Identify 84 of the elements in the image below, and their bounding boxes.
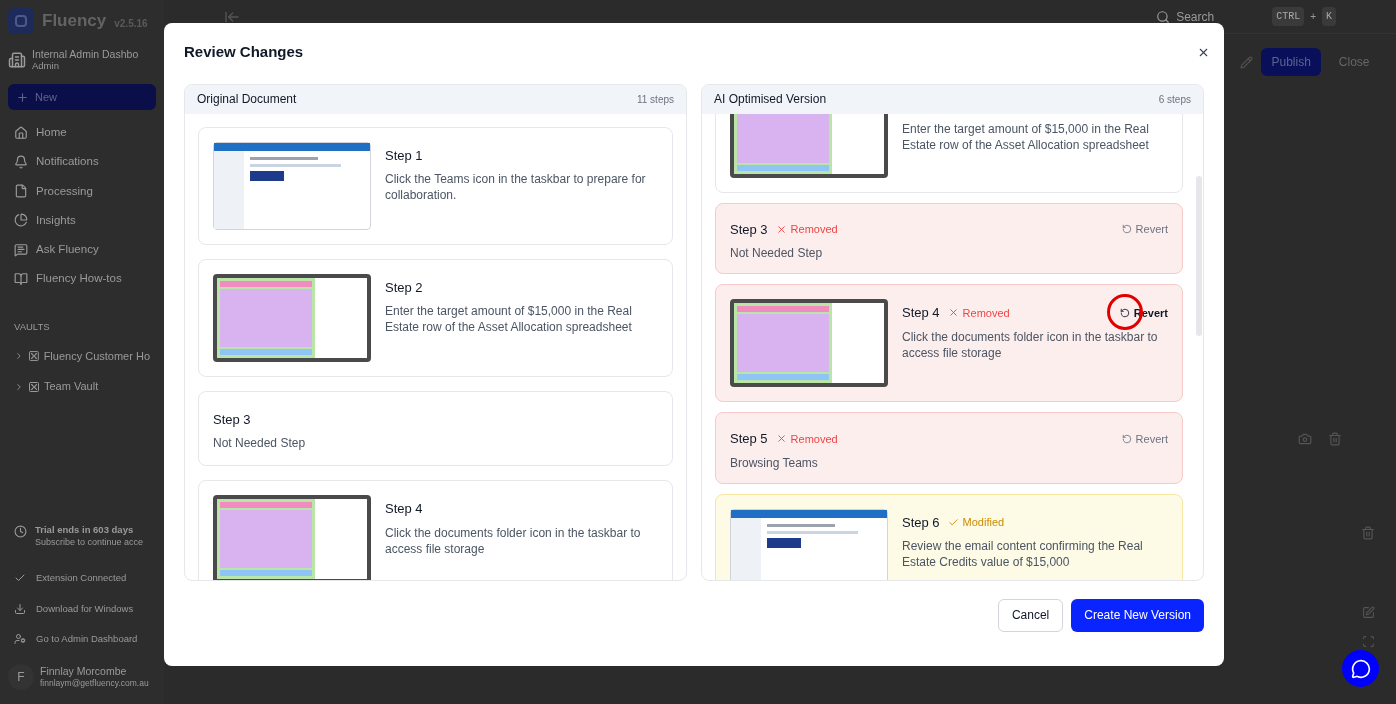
undo-icon	[1119, 307, 1130, 318]
status-label: Removed	[775, 430, 838, 447]
vault-item[interactable]: Team Vault	[14, 378, 150, 395]
step-description: Click the documents folder icon in the taskbar to access file storage	[385, 524, 642, 557]
step-title: Step 6	[902, 513, 940, 532]
new-button[interactable]: New	[8, 84, 156, 110]
nav-item[interactable]: Ask Fluency	[14, 241, 150, 259]
pencil-icon[interactable]	[1240, 55, 1254, 69]
trial-subtitle: Subscribe to continue acce	[35, 536, 144, 550]
nav-item[interactable]: Insights	[14, 211, 150, 229]
dialog-title: Review Changes	[184, 42, 304, 62]
step-title: Step 4	[902, 304, 940, 322]
step-description: Browsing Teams	[730, 454, 819, 471]
chat-button[interactable]	[1342, 650, 1379, 687]
nav-item[interactable]: Notifications	[14, 153, 150, 171]
status-label: Modified	[947, 514, 1005, 531]
status-label: Removed	[947, 304, 1010, 321]
nav-icon	[14, 125, 28, 140]
nav-icon	[14, 213, 28, 228]
nav-item[interactable]: Processing	[14, 182, 150, 200]
clock-icon	[14, 525, 27, 539]
step-description: Not Needed Step	[213, 435, 307, 451]
step-title: Step 4	[385, 500, 423, 518]
section-heading: VAULTS	[13, 319, 51, 334]
publish-button[interactable]: Publish	[1261, 48, 1321, 76]
cross-icon	[947, 307, 959, 319]
step-count: 11 steps	[636, 92, 674, 107]
step-description: Click the Teams icon in the taskbar to prepare for collaboration.	[385, 171, 647, 203]
camera-icon[interactable]	[1298, 432, 1312, 446]
user-avatar: F	[8, 664, 34, 690]
step-description: Not Needed Step	[730, 245, 824, 261]
cancel-button[interactable]: Cancel	[997, 598, 1064, 632]
user-name: Finnlay Morcombe	[40, 665, 128, 677]
scrollbar-thumb[interactable]	[1196, 175, 1202, 336]
nav-icon	[14, 154, 28, 169]
footer-link[interactable]: Extension Connected	[14, 571, 150, 586]
undo-icon	[1121, 433, 1132, 444]
step-title: Step 1	[385, 146, 423, 165]
status-label: Removed	[775, 221, 838, 238]
vault-item[interactable]: Fluency Customer Ho	[14, 347, 150, 365]
nav-icon	[14, 184, 28, 199]
step-title: Step 5	[730, 430, 768, 448]
chevron-icon	[14, 381, 24, 392]
workspace-name: Internal Admin Dashbo	[32, 48, 139, 60]
step-title: Step 3	[730, 220, 768, 239]
panel-title: AI Optimised Version	[714, 91, 827, 108]
key-cap: CTRL	[1272, 7, 1305, 26]
nav-icon	[14, 271, 28, 286]
step-description: Enter the target amount of $15,000 in the Real Estate row of the Asset Allocation spreadsheet	[385, 303, 633, 335]
chat-icon	[1350, 658, 1371, 679]
step-description: Enter the target amount of $15,000 in the Real Estate row of the Asset Allocation spreadsheet	[902, 120, 1150, 153]
footer-link[interactable]: Download for Windows	[14, 601, 150, 616]
step-description: Click the documents folder icon in the taskbar to access file storage	[902, 328, 1159, 361]
chevron-icon	[14, 351, 24, 361]
plus-icon	[16, 90, 29, 104]
search-placeholder[interactable]: Search	[1176, 7, 1267, 26]
footer-link[interactable]: Go to Admin Dashboard	[14, 631, 150, 646]
scan-icon[interactable]	[1361, 635, 1375, 648]
key-separator: +	[1310, 10, 1316, 24]
logo-icon	[8, 8, 34, 34]
edit-icon[interactable]	[1361, 606, 1375, 619]
workspace-role: Admin	[32, 60, 60, 72]
user-email: finnlaym@getfluency.com.au	[40, 677, 149, 689]
revert-button[interactable]: Revert	[1121, 430, 1168, 447]
building-icon	[8, 51, 26, 69]
trash-icon[interactable]	[1361, 526, 1375, 540]
step-title: Step 2	[385, 278, 423, 297]
search-icon	[1156, 9, 1171, 24]
undo-icon	[1121, 224, 1132, 235]
revert-button[interactable]: Revert	[1121, 221, 1168, 238]
nav-item[interactable]: Fluency How-tos	[14, 270, 150, 288]
panel-title: Original Document	[197, 91, 297, 108]
step-description: Review the email content confirming the Real Estate Credits value of $15,000	[902, 538, 1144, 570]
step-title: Step 3	[213, 410, 251, 429]
step-count: 6 steps	[1158, 92, 1191, 107]
key-cap: K	[1322, 7, 1336, 26]
create-button[interactable]: Create New Version	[1071, 598, 1204, 632]
trash-icon[interactable]	[1328, 432, 1342, 446]
check-icon	[947, 516, 959, 528]
nav-icon	[14, 242, 28, 257]
cross-icon	[775, 433, 787, 445]
trial-title: Trial ends in 603 days	[35, 523, 135, 537]
cross-icon	[775, 223, 787, 235]
nav-item[interactable]: Home	[14, 124, 150, 142]
